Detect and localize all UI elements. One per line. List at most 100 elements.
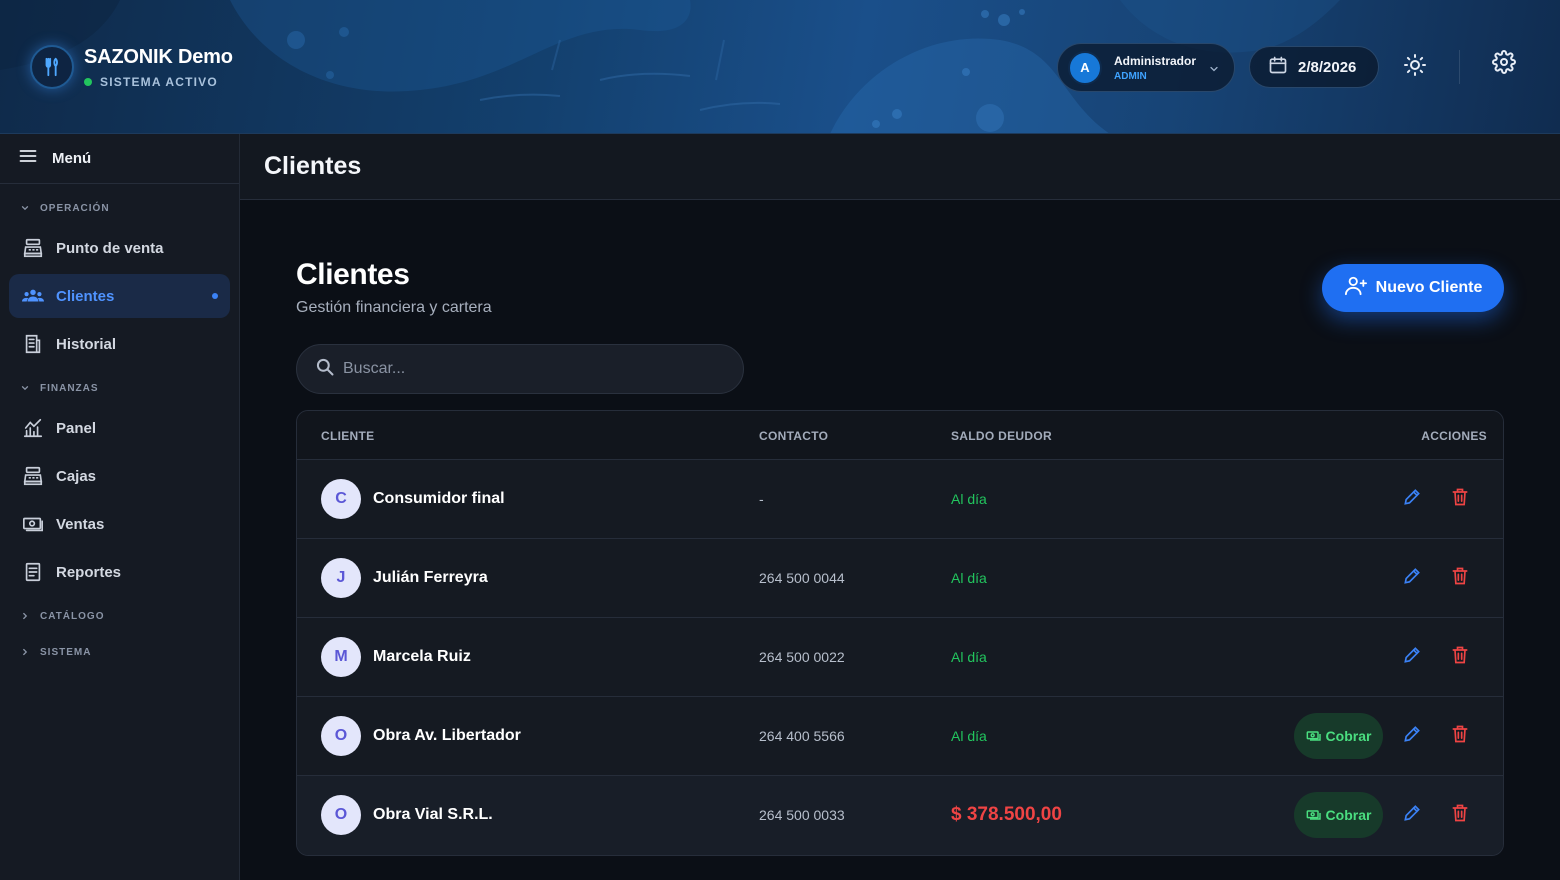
new-client-button[interactable]: Nuevo Cliente	[1322, 264, 1504, 312]
sidebar-item-ventas[interactable]: Ventas	[9, 502, 230, 546]
cobrar-button[interactable]: Cobrar	[1294, 792, 1383, 838]
sidebar-item-label: Ventas	[56, 515, 105, 533]
edit-button[interactable]	[1400, 485, 1424, 509]
section-operacion[interactable]: OPERACIÓN	[0, 190, 239, 226]
section-sistema[interactable]: SISTEMA	[0, 634, 239, 670]
sidebar-item-punto-de-venta[interactable]: Punto de venta	[9, 226, 230, 270]
sidebar-item-label: Punto de venta	[56, 239, 164, 257]
sidebar-item-label: Reportes	[56, 563, 122, 581]
client-name: Obra Vial S.R.L.	[373, 806, 493, 823]
sidebar-item-label: Historial	[56, 335, 117, 353]
table-row[interactable]: C Consumidor final - Al día	[297, 460, 1503, 539]
section-finanzas[interactable]: FINANZAS	[0, 370, 239, 406]
menu-toggle[interactable]: Menú	[0, 134, 239, 184]
client-avatar: J	[321, 558, 361, 598]
users-icon	[21, 284, 45, 308]
sidebar-item-label: Panel	[56, 419, 97, 437]
app-header: SAZONIK Demo SISTEMA ACTIVO A Administra…	[0, 0, 1560, 134]
theme-toggle-button[interactable]	[1400, 52, 1430, 82]
sidebar-item-label: Clientes	[56, 287, 115, 305]
user-avatar: A	[1068, 50, 1102, 85]
client-contact: 264 500 0044	[759, 570, 845, 586]
client-avatar: O	[321, 716, 361, 756]
edit-button[interactable]	[1400, 801, 1424, 825]
search-input[interactable]	[343, 360, 723, 378]
chevron-down-icon	[21, 386, 29, 391]
chevron-down-icon	[1208, 62, 1220, 80]
client-contact: 264 400 5566	[759, 728, 845, 744]
client-avatar: O	[321, 795, 361, 835]
delete-button[interactable]	[1448, 564, 1472, 588]
table-row[interactable]: O Obra Av. Libertador 264 400 5566 Al dí…	[297, 697, 1503, 776]
edit-button[interactable]	[1400, 564, 1424, 588]
active-indicator	[212, 293, 218, 299]
trash-icon	[1452, 646, 1468, 664]
client-contact: -	[759, 491, 764, 507]
date-display[interactable]: 2/8/2026	[1249, 46, 1379, 88]
chart-line-icon	[21, 416, 45, 440]
table-row[interactable]: J Julián Ferreyra 264 500 0044 Al día	[297, 539, 1503, 618]
delete-button[interactable]	[1448, 801, 1472, 825]
search-box	[296, 344, 744, 394]
brand: SAZONIK Demo SISTEMA ACTIVO	[30, 45, 233, 89]
topbar-title: Clientes	[264, 152, 362, 180]
column-header-cliente[interactable]: CLIENTE	[321, 429, 374, 443]
chevron-right-icon	[23, 612, 28, 620]
gear-icon	[1492, 49, 1516, 79]
sidebar-item-historial[interactable]: Historial	[9, 322, 230, 366]
utensils-icon	[30, 45, 74, 89]
chevron-down-icon	[21, 206, 29, 211]
new-client-label: Nuevo Cliente	[1375, 279, 1483, 296]
system-status: SISTEMA ACTIVO	[100, 74, 218, 89]
cash-register-icon	[21, 236, 45, 260]
client-avatar: M	[321, 637, 361, 677]
delete-button[interactable]	[1448, 643, 1472, 667]
section-label: FINANZAS	[40, 382, 99, 394]
trash-icon	[1452, 804, 1468, 822]
edit-button[interactable]	[1400, 722, 1424, 746]
table-row[interactable]: M Marcela Ruiz 264 500 0022 Al día	[297, 618, 1503, 697]
sidebar-item-label: Cajas	[56, 467, 97, 485]
column-header-contacto[interactable]: CONTACTO	[759, 429, 828, 443]
sidebar-item-clientes[interactable]: Clientes	[9, 274, 230, 318]
user-menu-button[interactable]: A Administrador ADMIN	[1057, 43, 1235, 92]
client-balance: Al día	[951, 728, 987, 744]
document-icon	[21, 560, 45, 584]
brand-title: SAZONIK Demo	[84, 45, 233, 68]
trash-icon	[1452, 725, 1468, 743]
trash-icon	[1452, 488, 1468, 506]
pencil-icon	[1404, 489, 1420, 505]
chevron-right-icon	[23, 648, 28, 656]
pencil-icon	[1404, 805, 1420, 821]
menu-label: Menú	[52, 150, 92, 167]
cobrar-label: Cobrar	[1325, 807, 1372, 823]
header-divider	[1459, 50, 1460, 84]
client-contact: 264 500 0033	[759, 807, 845, 823]
calendar-icon	[1268, 55, 1288, 80]
section-label: CATÁLOGO	[40, 610, 105, 622]
client-name: Obra Av. Libertador	[373, 727, 521, 744]
delete-button[interactable]	[1448, 485, 1472, 509]
edit-button[interactable]	[1400, 643, 1424, 667]
money-icon	[21, 512, 45, 536]
search-icon	[315, 357, 335, 382]
client-balance-debt: $ 378.500,00	[951, 804, 1062, 825]
user-plus-icon	[1344, 275, 1368, 302]
current-date: 2/8/2026	[1298, 58, 1357, 76]
content-topbar: Clientes	[240, 134, 1560, 200]
settings-button[interactable]	[1490, 49, 1518, 79]
table-row[interactable]: O Obra Vial S.R.L. 264 500 0033 $ 378.50…	[297, 776, 1503, 855]
section-catalogo[interactable]: CATÁLOGO	[0, 598, 239, 634]
cobrar-button[interactable]: Cobrar	[1294, 713, 1383, 759]
column-header-saldo[interactable]: SALDO DEUDOR	[951, 429, 1052, 443]
sidebar-item-cajas[interactable]: Cajas	[9, 454, 230, 498]
section-label: OPERACIÓN	[40, 202, 110, 214]
sidebar-item-reportes[interactable]: Reportes	[9, 550, 230, 594]
client-contact: 264 500 0022	[759, 649, 845, 665]
money-icon	[1306, 731, 1321, 741]
sidebar-item-panel[interactable]: Panel	[9, 406, 230, 450]
column-header-acciones: ACCIONES	[1421, 429, 1487, 443]
delete-button[interactable]	[1448, 722, 1472, 746]
hamburger-icon	[18, 146, 38, 171]
cobrar-label: Cobrar	[1325, 728, 1372, 744]
